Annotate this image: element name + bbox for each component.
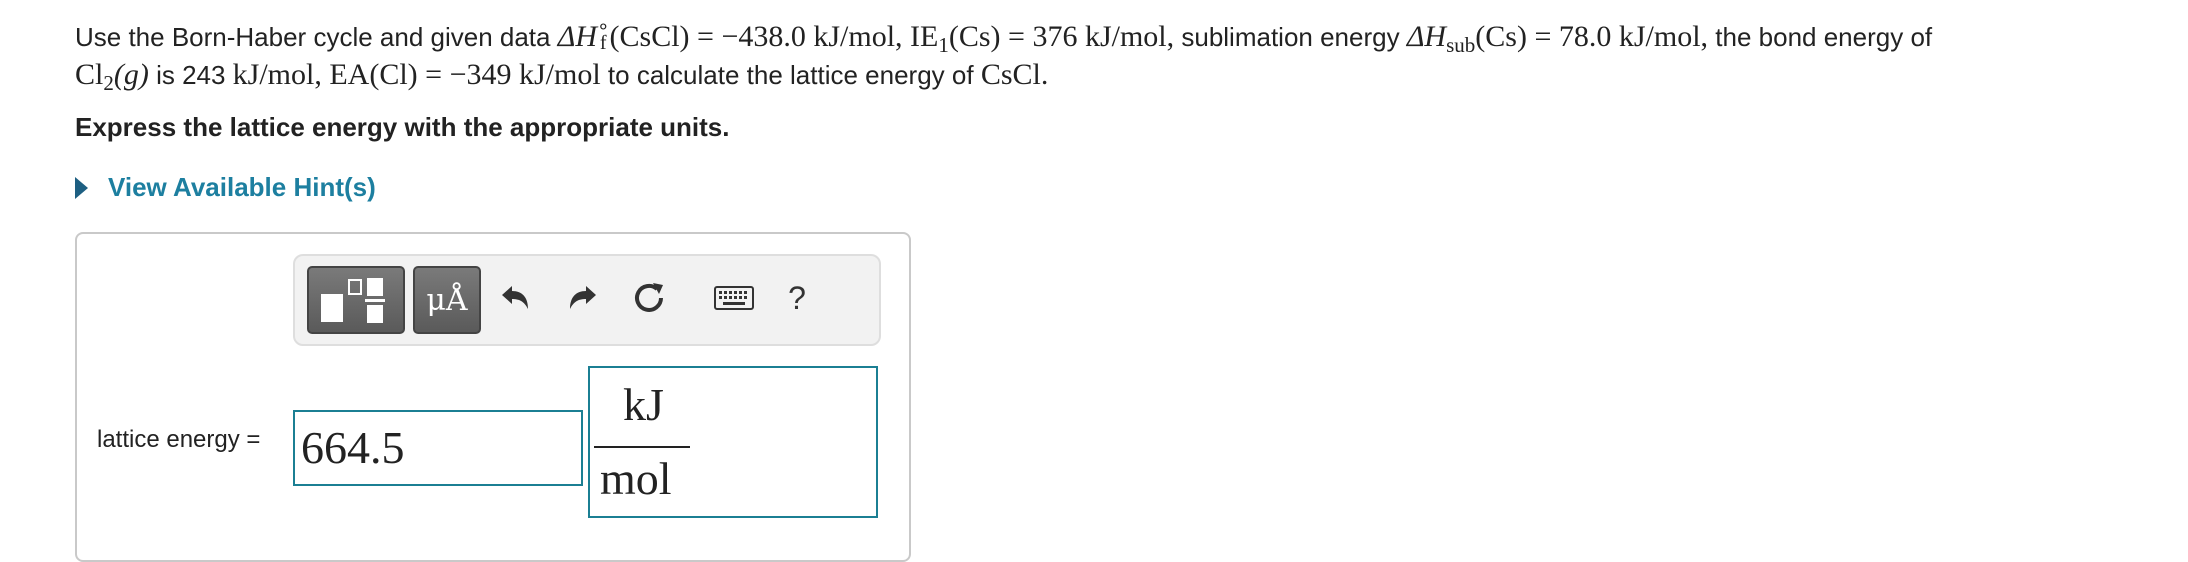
triangle-right-icon xyxy=(75,176,88,199)
keyboard-icon[interactable] xyxy=(709,278,759,318)
help-icon[interactable]: ? xyxy=(777,278,817,318)
lattice-energy-label: lattice energy = xyxy=(97,426,261,453)
unit-denominator: mol xyxy=(600,453,672,504)
hint-label: View Available Hint(s) xyxy=(108,172,376,202)
templates-icon xyxy=(321,278,385,323)
problem-text: Use the Born-Haber cycle and given data xyxy=(75,22,558,52)
formula-cl2: Cl2(g) xyxy=(75,58,149,95)
problem-statement: Use the Born-Haber cycle and given data … xyxy=(75,16,2155,95)
undo-icon[interactable] xyxy=(495,278,535,318)
formula-enthalpy: ΔH ∘ f (CsCl) = −438.0 kJ/mol, IE1(Cs) = 37… xyxy=(557,16,1175,57)
problem-text: to calculate the lattice energy of xyxy=(600,60,981,90)
instruction-text: Express the lattice energy with the appr… xyxy=(75,112,730,142)
units-button[interactable]: μÅ xyxy=(413,266,481,334)
unit-numerator: kJ xyxy=(623,379,664,430)
view-hints-link[interactable]: View Available Hint(s) xyxy=(75,172,376,203)
value-input[interactable]: 664.5 xyxy=(293,410,583,486)
formula-bond-energy: kJ/mol, EA(Cl) = −349 kJ/mol xyxy=(232,58,601,91)
problem-text: sublimation energy xyxy=(1174,22,1407,52)
problem-text: is 243 xyxy=(148,60,233,90)
reset-icon[interactable] xyxy=(629,278,669,318)
templates-button[interactable] xyxy=(307,266,405,334)
fraction-bar xyxy=(594,446,690,448)
redo-icon[interactable] xyxy=(563,278,603,318)
formula-sublimation: ΔHsub(Cs) = 78.0 kJ/mol, xyxy=(1406,20,1709,57)
formula-cscl: CsCl. xyxy=(980,58,1049,91)
unit-input[interactable]: kJ mol xyxy=(588,366,878,518)
problem-text: the bond energy of xyxy=(1708,22,1933,52)
math-toolbar: μÅ ? xyxy=(293,254,881,346)
